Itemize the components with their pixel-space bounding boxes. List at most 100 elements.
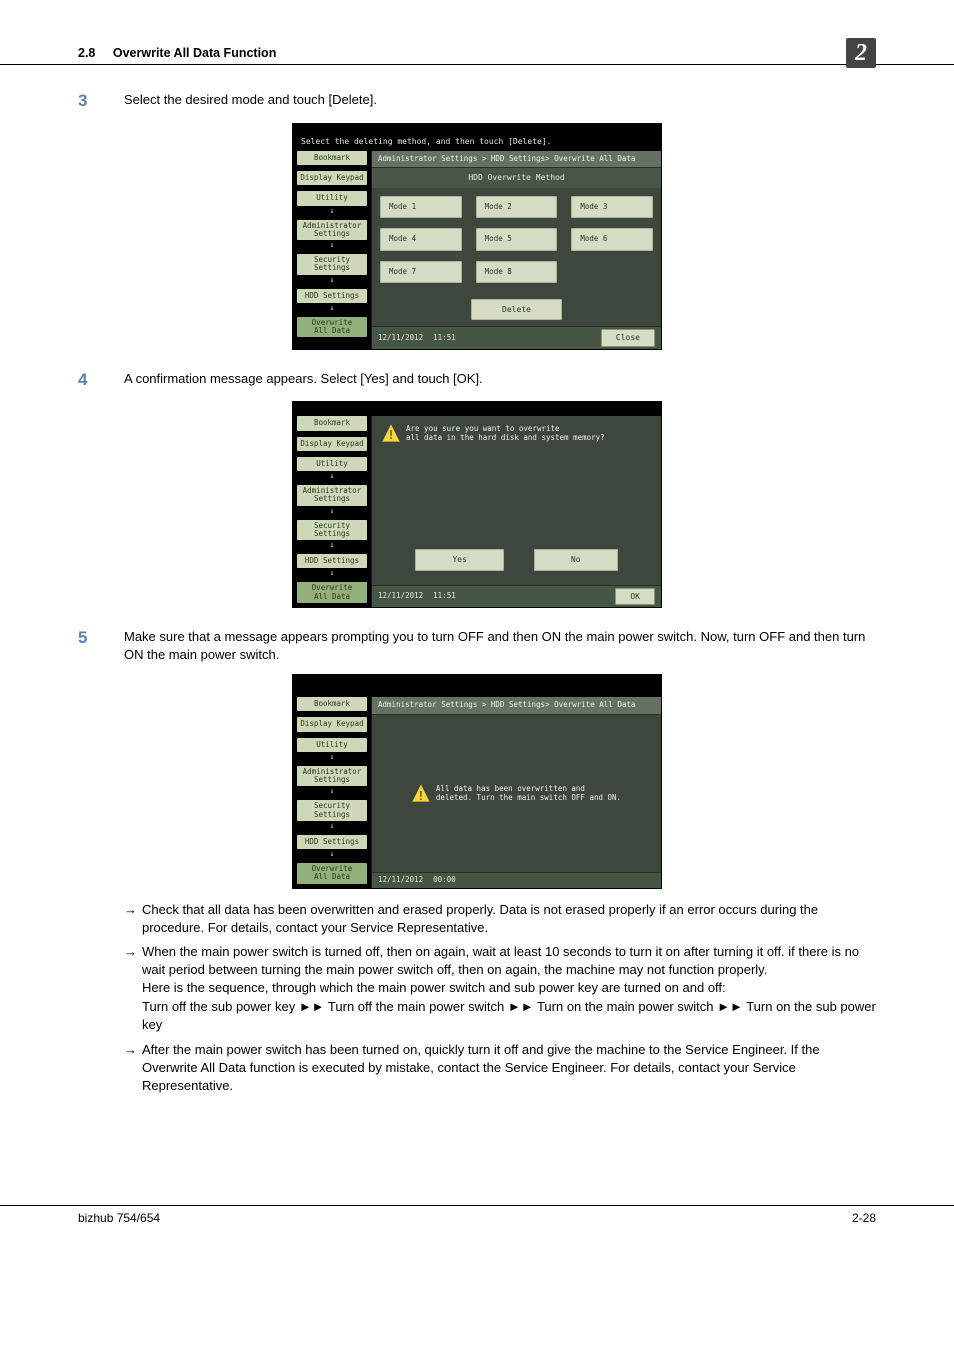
arrow-icon: →: [124, 943, 142, 1034]
status-bar: 12/11/2012 11:51 Close: [372, 326, 661, 348]
mode-3-button[interactable]: Mode 3: [571, 196, 653, 219]
tab-hdd-overwrite[interactable]: HDD Overwrite Method: [372, 168, 661, 187]
side-nav: Bookmark Display Keypad Utility ↓ Admini…: [293, 697, 371, 888]
down-arrow-icon: ↓: [297, 277, 367, 283]
bullet-text: When the main power switch is turned off…: [142, 943, 876, 1034]
seq-step-2: Turn off the main power switch: [325, 999, 508, 1014]
delete-button[interactable]: Delete: [471, 299, 562, 320]
side-security-settings[interactable]: Security Settings: [297, 520, 367, 541]
side-utility[interactable]: Utility: [297, 457, 367, 471]
side-bookmark[interactable]: Bookmark: [297, 151, 367, 165]
side-nav: Bookmark Display Keypad Utility ↓ Admini…: [293, 151, 371, 349]
step-5: 5 Make sure that a message appears promp…: [78, 626, 876, 664]
screenshot-confirm: Bookmark Display Keypad Utility ↓ Admini…: [292, 401, 662, 608]
step-text: Select the desired mode and touch [Delet…: [124, 89, 876, 113]
screenshot-2-wrap: Bookmark Display Keypad Utility ↓ Admini…: [78, 401, 876, 608]
arrow-icon: →: [124, 1041, 142, 1096]
arrow-icon: →: [124, 901, 142, 937]
section-number: 2.8: [78, 46, 95, 60]
section-title: Overwrite All Data Function: [113, 46, 276, 60]
side-bookmark[interactable]: Bookmark: [297, 416, 367, 430]
bullet-1: → Check that all data has been overwritt…: [124, 901, 876, 937]
mode-7-button[interactable]: Mode 7: [380, 261, 462, 284]
chapter-badge: 2: [846, 38, 876, 68]
ok-button[interactable]: OK: [615, 588, 655, 605]
side-hdd-settings[interactable]: HDD Settings: [297, 289, 367, 303]
warning-text: Are you sure you want to overwrite all d…: [406, 424, 605, 442]
side-overwrite-all[interactable]: Overwrite All Data: [297, 863, 367, 884]
bullet-text: Check that all data has been overwritten…: [142, 901, 876, 937]
triangle-icon: ►►: [299, 998, 325, 1016]
triangle-icon: ►►: [508, 998, 534, 1016]
down-arrow-icon: ↓: [297, 305, 367, 311]
down-arrow-icon: ↓: [297, 473, 367, 479]
instruction-text: Select the deleting method, and then tou…: [293, 134, 661, 151]
step-3: 3 Select the desired mode and touch [Del…: [78, 89, 876, 113]
seq-step-1: Turn off the sub power key: [142, 999, 299, 1014]
down-arrow-icon: ↓: [297, 788, 367, 794]
down-arrow-icon: ↓: [297, 208, 367, 214]
step-number: 3: [78, 89, 124, 113]
step-text: Make sure that a message appears prompti…: [124, 626, 876, 664]
side-admin-settings[interactable]: Administrator Settings: [297, 220, 367, 241]
screenshot-3-wrap: Bookmark Display Keypad Utility ↓ Admini…: [78, 674, 876, 889]
step-text: A confirmation message appears. Select […: [124, 368, 876, 392]
side-security-settings[interactable]: Security Settings: [297, 254, 367, 275]
side-admin-settings[interactable]: Administrator Settings: [297, 485, 367, 506]
footer-page: 2-28: [852, 1210, 876, 1227]
screenshot-mode-select: Select the deleting method, and then tou…: [292, 123, 662, 350]
mode-1-button[interactable]: Mode 1: [380, 196, 462, 219]
side-overwrite-all[interactable]: Overwrite All Data: [297, 582, 367, 603]
side-admin-settings[interactable]: Administrator Settings: [297, 766, 367, 787]
mode-4-button[interactable]: Mode 4: [380, 228, 462, 251]
bullet-text: After the main power switch has been tur…: [142, 1041, 876, 1096]
down-arrow-icon: ↓: [297, 542, 367, 548]
side-bookmark[interactable]: Bookmark: [297, 697, 367, 711]
warning-icon: !: [382, 424, 400, 442]
side-overwrite-all[interactable]: Overwrite All Data: [297, 317, 367, 338]
side-utility[interactable]: Utility: [297, 191, 367, 205]
mode-5-button[interactable]: Mode 5: [476, 228, 558, 251]
close-button[interactable]: Close: [601, 329, 655, 346]
side-keypad[interactable]: Display Keypad: [297, 171, 367, 185]
yes-button[interactable]: Yes: [415, 549, 503, 570]
down-arrow-icon: ↓: [297, 823, 367, 829]
side-hdd-settings[interactable]: HDD Settings: [297, 554, 367, 568]
status-bar: 12/11/2012 11:51 OK: [372, 585, 661, 607]
warning-icon: !: [412, 784, 430, 802]
side-utility[interactable]: Utility: [297, 738, 367, 752]
status-time: 11:51: [433, 591, 456, 602]
down-arrow-icon: ↓: [297, 851, 367, 857]
screenshot-1-wrap: Select the deleting method, and then tou…: [78, 123, 876, 350]
seq-step-3: Turn on the main power switch: [534, 999, 718, 1014]
down-arrow-icon: ↓: [297, 508, 367, 514]
footer-model: bizhub 754/654: [78, 1210, 160, 1227]
bullet-list: → Check that all data has been overwritt…: [124, 901, 876, 1095]
breadcrumb: Administrator Settings > HDD Settings> O…: [372, 697, 661, 715]
bullet-2: → When the main power switch is turned o…: [124, 943, 876, 1034]
page-footer: bizhub 754/654 2-28: [0, 1205, 954, 1227]
warning-row: ! Are you sure you want to overwrite all…: [382, 424, 651, 442]
side-keypad[interactable]: Display Keypad: [297, 717, 367, 731]
side-hdd-settings[interactable]: HDD Settings: [297, 835, 367, 849]
side-nav: Bookmark Display Keypad Utility ↓ Admini…: [293, 416, 371, 607]
no-button[interactable]: No: [534, 549, 618, 570]
status-date: 12/11/2012: [378, 875, 423, 886]
step-number: 5: [78, 626, 124, 664]
side-security-settings[interactable]: Security Settings: [297, 800, 367, 821]
bullet-2-line1: When the main power switch is turned off…: [142, 944, 859, 977]
mode-2-button[interactable]: Mode 2: [476, 196, 558, 219]
mode-6-button[interactable]: Mode 6: [571, 228, 653, 251]
side-keypad[interactable]: Display Keypad: [297, 437, 367, 451]
status-bar: 12/11/2012 00:00: [372, 872, 661, 888]
section-heading: 2.8 Overwrite All Data Function: [78, 45, 846, 63]
mode-8-button[interactable]: Mode 8: [476, 261, 558, 284]
status-time: 11:51: [433, 333, 456, 344]
status-time: 00:00: [433, 875, 456, 886]
done-row: ! All data has been overwritten and dele…: [412, 784, 621, 802]
step-number: 4: [78, 368, 124, 392]
bullet-2-line2: Here is the sequence, through which the …: [142, 980, 726, 995]
down-arrow-icon: ↓: [297, 754, 367, 760]
status-date: 12/11/2012: [378, 333, 423, 344]
page-header: 2.8 Overwrite All Data Function 2: [0, 32, 954, 65]
